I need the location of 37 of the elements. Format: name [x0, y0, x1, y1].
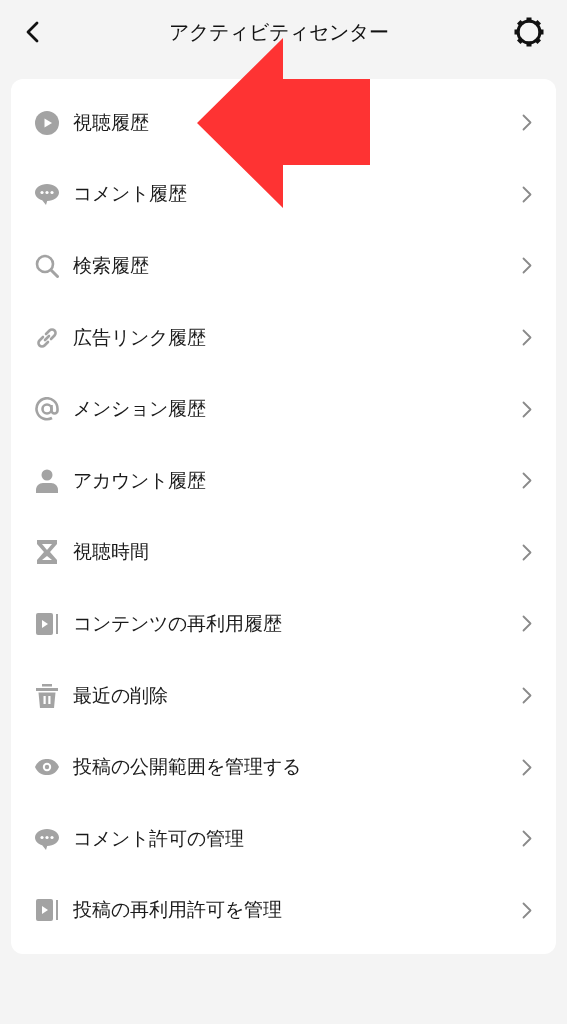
play-icon	[35, 110, 59, 135]
menu-item[interactable]: 投稿の公開範囲を管理する	[11, 731, 556, 803]
person-icon	[36, 468, 58, 493]
hourglass-icon	[36, 540, 58, 565]
chevron-right-icon	[522, 257, 532, 275]
chevron-right-icon	[522, 830, 532, 848]
menu-item[interactable]: 広告リンク履歴	[11, 301, 556, 374]
page-title: アクティビティセンター	[168, 18, 389, 46]
menu-item[interactable]: コメント履歴	[11, 158, 556, 231]
speech-bubble-icon	[35, 182, 59, 207]
menu-item[interactable]: 検索履歴	[11, 230, 556, 302]
trash-icon	[36, 683, 58, 708]
chevron-right-icon	[522, 472, 532, 490]
menu-item[interactable]: アカウント履歴	[11, 444, 556, 517]
chevron-right-icon	[522, 543, 532, 561]
search-icon	[35, 254, 59, 278]
chevron-right-icon	[522, 758, 532, 776]
menu-item[interactable]: 視聴履歴	[11, 87, 556, 159]
menu-item[interactable]: コメント許可の管理	[11, 802, 556, 875]
chevron-right-icon	[522, 901, 532, 919]
speech-bubble-icon	[35, 826, 59, 851]
menu-item[interactable]: コンテンツの再利用履歴	[11, 588, 556, 660]
chevron-right-icon	[522, 185, 532, 203]
chevron-right-icon	[522, 329, 532, 347]
link-icon	[35, 325, 59, 350]
chevron-right-icon	[522, 615, 532, 633]
menu-item[interactable]: 視聴時間	[11, 516, 556, 589]
chevron-right-icon	[522, 687, 532, 705]
chevron-right-icon	[522, 400, 532, 418]
menu-item[interactable]: 投稿の再利用許可を管理	[11, 874, 556, 947]
at-sign-icon	[35, 397, 59, 422]
video-clip-icon	[35, 898, 59, 923]
menu-item[interactable]: 最近の削除	[11, 659, 556, 732]
menu-item[interactable]: メンション履歴	[11, 373, 556, 445]
settings-button[interactable]	[513, 16, 545, 48]
video-clip-icon	[35, 611, 59, 636]
chevron-right-icon	[522, 114, 532, 132]
